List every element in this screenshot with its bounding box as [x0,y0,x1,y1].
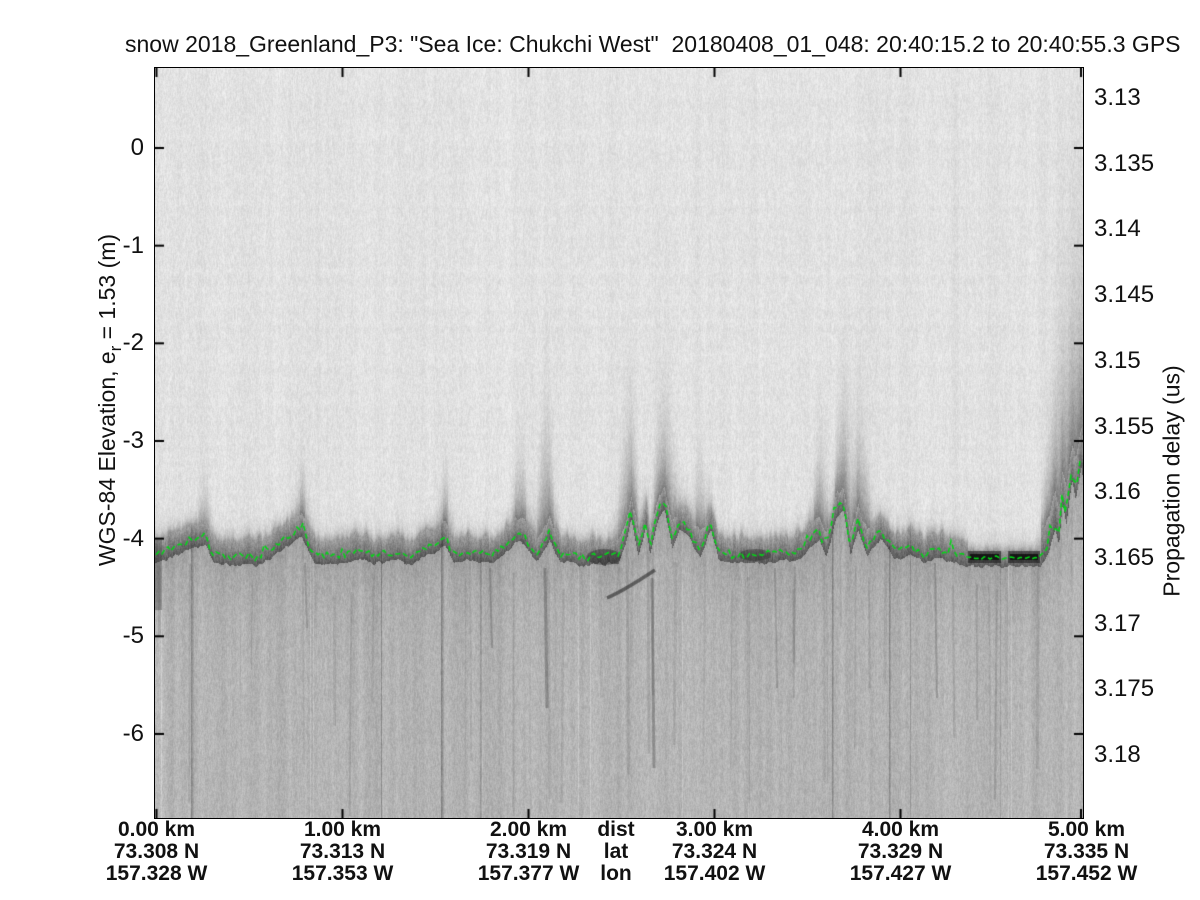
x-axis-lat-label: 73.329 N [857,840,944,863]
delay-tick-label: 3.135 [1094,149,1155,177]
echogram-canvas [155,68,1083,818]
delay-tick-label: 3.145 [1094,281,1155,309]
x-axis-lon-label: 157.427 W [849,862,952,885]
x-axis-lat-label: 73.319 N [485,840,572,863]
x-axis-dist-label: 2.00 km [489,818,568,841]
elevation-tick-label: 0 [130,134,144,161]
x-axis-lon-label: 157.328 W [105,862,208,885]
x-axis-lat-label: lat [603,840,629,863]
x-axis-lon-label: 157.353 W [291,862,394,885]
figure-title: snow 2018_Greenland_P3: "Sea Ice: Chukch… [125,31,1181,57]
x-axis-dist-label: 1.00 km [303,818,382,841]
x-axis-dist-label: dist [597,818,635,841]
x-axis-lon-label: lon [600,862,632,885]
x-axis-geo-column: 1.00 km 73.313 N 157.353 W [292,819,394,885]
elevation-tick-label: -6 [122,719,144,747]
delay-tick-label: 3.17 [1094,609,1141,637]
elevation-tick-label: -4 [122,524,144,552]
delay-tick-label: 3.18 [1094,741,1141,768]
elevation-tick-label: -5 [122,622,144,650]
elevation-tick-label: -1 [122,231,144,259]
x-axis-lat-label: 73.335 N [1043,840,1130,863]
x-axis-dist-label: 3.00 km [675,818,754,841]
x-axis-dist-label: 5.00 km [1047,818,1126,841]
x-axis-geo-column: 0.00 km 73.308 N 157.328 W [106,819,208,885]
x-axis-dist-label: 0.00 km [117,818,196,841]
x-axis-dist-label: 4.00 km [861,818,940,841]
delay-tick-label: 3.15 [1094,346,1141,374]
delay-tick-label: 3.155 [1094,412,1155,440]
echogram-figure: snow 2018_Greenland_P3: "Sea Ice: Chukch… [0,0,1200,900]
x-axis-lon-label: 157.377 W [477,862,580,885]
x-axis-geo-column: 4.00 km 73.329 N 157.427 W [850,819,952,885]
x-axis-lon-label: 157.452 W [1035,862,1138,885]
x-axis-lat-label: 73.324 N [671,840,758,863]
x-axis-geo-column: 5.00 km 73.335 N 157.452 W [1036,819,1138,885]
delay-tick-label: 3.175 [1094,675,1155,703]
x-axis-lat-label: 73.313 N [299,840,386,863]
x-axis-legend-column: dist lat lon [597,819,634,885]
x-axis-geo-column: 2.00 km 73.319 N 157.377 W [478,819,580,885]
delay-tick-label: 3.14 [1094,215,1141,243]
delay-tick-label: 3.13 [1094,84,1141,111]
delay-tick-label: 3.165 [1094,543,1155,571]
x-axis-geo-column: 3.00 km 73.324 N 157.402 W [664,819,766,885]
left-axis-label: WGS-84 Elevation, er = 1.53 (m) [94,234,126,566]
elevation-tick-label: -3 [122,426,144,454]
x-axis-lon-label: 157.402 W [663,862,766,885]
x-axis-lat-label: 73.308 N [113,840,200,863]
delay-tick-label: 3.16 [1094,478,1141,506]
elevation-tick-label: -2 [122,329,144,357]
